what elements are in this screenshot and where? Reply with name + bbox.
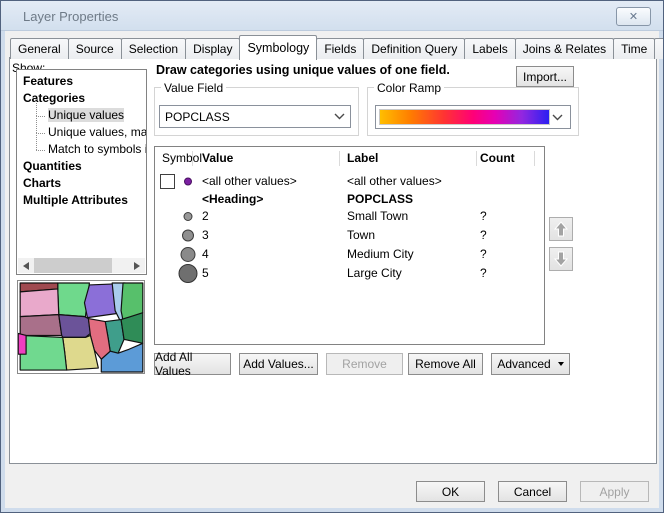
symbology-method-tree: Features Categories Unique values Unique…	[16, 69, 147, 275]
row-label: Large City	[347, 264, 402, 283]
value-field-dropdown[interactable]: POPCLASS	[159, 105, 351, 128]
tab-symbology[interactable]: Symbology	[239, 35, 317, 60]
add-values-button[interactable]: Add Values...	[239, 353, 318, 375]
scroll-right-icon[interactable]	[129, 258, 145, 273]
tab-source[interactable]: Source	[68, 38, 122, 59]
tree-item-quantities[interactable]: Quantities	[17, 158, 146, 175]
color-ramp-gradient	[379, 109, 550, 125]
table-row-4[interactable]: 4 Medium City ?	[155, 245, 544, 264]
tab-strip: General Source Selection Display Symbolo…	[10, 35, 664, 59]
row-value: <all other values>	[202, 172, 297, 191]
arrow-up-icon	[554, 221, 568, 237]
import-button-label: Import...	[523, 70, 567, 84]
tab-definition-query[interactable]: Definition Query	[363, 38, 465, 59]
ok-label: OK	[442, 485, 459, 499]
remove-all-label: Remove All	[415, 357, 476, 371]
chevron-down-icon	[552, 114, 563, 121]
remove-all-button[interactable]: Remove All	[408, 353, 483, 375]
remove-label: Remove	[342, 357, 387, 371]
move-down-button[interactable]	[549, 247, 573, 271]
move-up-button[interactable]	[549, 217, 573, 241]
tree-item-charts[interactable]: Charts	[17, 175, 146, 192]
column-header-label[interactable]: Label	[347, 150, 378, 166]
tree-horizontal-scrollbar[interactable]	[18, 258, 145, 273]
tree-item-match-symbols[interactable]: Match to symbols in a	[17, 141, 146, 158]
tab-selection[interactable]: Selection	[121, 38, 186, 59]
color-ramp-label: Color Ramp	[374, 81, 444, 95]
row-count: ?	[480, 207, 487, 226]
layer-properties-dialog: Layer Properties ✕ General Source Select…	[0, 0, 664, 513]
categories-table: Symbol Value Label Count <all other valu…	[154, 146, 545, 345]
point-symbol-icon	[178, 245, 198, 264]
add-all-values-button[interactable]: Add All Values	[154, 353, 231, 375]
map-preview-image	[18, 281, 144, 373]
close-icon: ✕	[629, 10, 638, 23]
all-other-values-checkbox[interactable]	[160, 174, 175, 189]
column-header-symbol[interactable]: Symbol	[162, 150, 202, 166]
row-count: ?	[480, 245, 487, 264]
dropdown-arrow-icon	[558, 362, 564, 366]
advanced-button[interactable]: Advanced	[491, 353, 570, 375]
point-symbol-icon	[178, 226, 198, 245]
row-value: 5	[202, 264, 209, 283]
apply-button[interactable]: Apply	[580, 481, 649, 502]
import-button[interactable]: Import...	[516, 66, 574, 87]
value-field-selected: POPCLASS	[165, 110, 230, 124]
tab-html-popup[interactable]: HTML Popup	[654, 38, 664, 59]
add-values-label: Add Values...	[243, 357, 314, 371]
row-label: Medium City	[347, 245, 414, 264]
tree-item-features[interactable]: Features	[17, 73, 146, 90]
tab-fields[interactable]: Fields	[316, 38, 364, 59]
point-symbol-icon	[178, 207, 198, 226]
row-value: 4	[202, 245, 209, 264]
chevron-down-icon	[334, 113, 345, 120]
titlebar: Layer Properties ✕	[1, 1, 663, 31]
tab-labels[interactable]: Labels	[464, 38, 515, 59]
table-row-2[interactable]: 2 Small Town ?	[155, 207, 544, 226]
point-symbol-icon	[178, 172, 198, 191]
dialog-title: Layer Properties	[23, 9, 118, 24]
table-row-5[interactable]: 5 Large City ?	[155, 264, 544, 283]
row-count: ?	[480, 226, 487, 245]
cancel-label: Cancel	[514, 485, 551, 499]
row-label: <all other values>	[347, 172, 442, 191]
method-description: Draw categories using unique values of o…	[156, 63, 516, 77]
tab-joins-relates[interactable]: Joins & Relates	[515, 38, 614, 59]
row-label: Town	[347, 226, 375, 245]
column-header-count[interactable]: Count	[480, 150, 515, 166]
cancel-button[interactable]: Cancel	[498, 481, 567, 502]
tab-general[interactable]: General	[10, 38, 69, 59]
ok-button[interactable]: OK	[416, 481, 485, 502]
advanced-label: Advanced	[497, 357, 550, 371]
row-value: 2	[202, 207, 209, 226]
remove-button[interactable]: Remove	[326, 353, 403, 375]
row-label: Small Town	[347, 207, 408, 226]
scrollbar-thumb[interactable]	[34, 258, 112, 273]
row-count: ?	[480, 264, 487, 283]
apply-label: Apply	[599, 485, 629, 499]
value-field-label: Value Field	[161, 81, 226, 95]
map-preview	[17, 280, 145, 374]
color-ramp-dropdown[interactable]	[375, 105, 571, 129]
column-header-value[interactable]: Value	[202, 150, 233, 166]
tree-item-multiple-attributes[interactable]: Multiple Attributes	[17, 192, 146, 209]
tab-time[interactable]: Time	[613, 38, 655, 59]
add-all-values-label: Add All Values	[155, 350, 230, 378]
point-symbol-icon	[178, 264, 198, 283]
arrow-down-icon	[554, 251, 568, 267]
tab-display[interactable]: Display	[185, 38, 240, 59]
table-row-all-other-values[interactable]: <all other values> <all other values>	[155, 172, 544, 191]
row-value: 3	[202, 226, 209, 245]
table-row-3[interactable]: 3 Town ?	[155, 226, 544, 245]
scroll-left-icon[interactable]	[18, 258, 34, 273]
close-button[interactable]: ✕	[616, 7, 651, 26]
